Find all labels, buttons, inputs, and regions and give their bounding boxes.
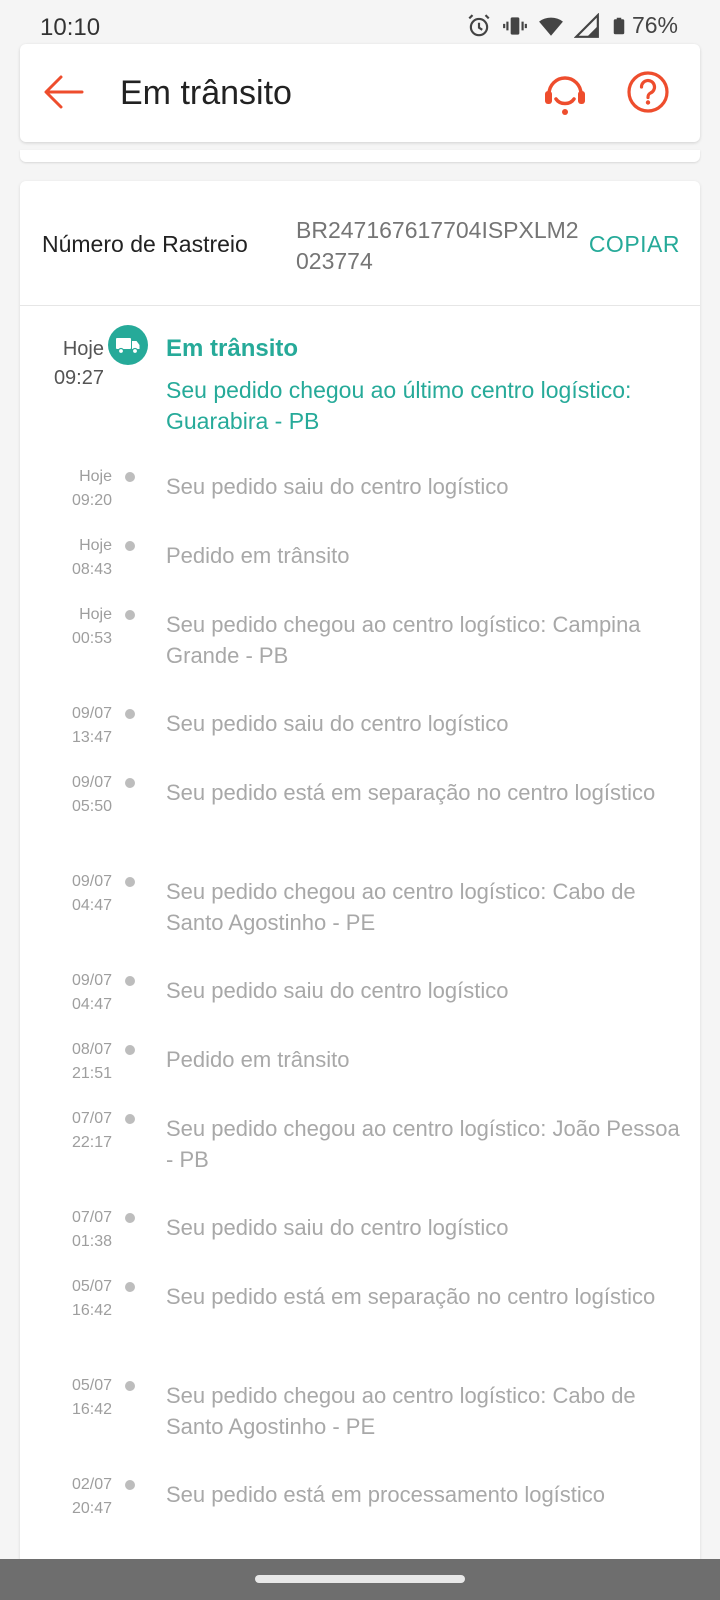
event-day: 05/07 — [71, 1278, 112, 1295]
wifi-icon — [539, 17, 563, 36]
battery-level: 76% — [631, 12, 678, 38]
timeline-dot — [125, 472, 135, 482]
event-text: Seu pedido está em separação no centro l… — [166, 1284, 656, 1309]
tracking-number-label: Número de Rastreio — [42, 231, 248, 257]
tracking-number-value: BR247167617704ISPXLM2023774 — [296, 217, 579, 274]
event-text: Seu pedido chegou ao centro logístico: C… — [166, 879, 636, 935]
event-time: 04:47 — [71, 897, 112, 914]
event-time: 13:47 — [71, 729, 112, 746]
signal-icon — [573, 12, 599, 38]
event-text: Seu pedido chegou ao centro logístico: C… — [166, 612, 641, 668]
timeline-dot — [125, 1114, 135, 1124]
home-gesture-handle[interactable] — [255, 1575, 465, 1583]
collapsed-card — [20, 150, 700, 162]
timeline-dot — [125, 1480, 135, 1490]
headset-icon[interactable] — [540, 68, 590, 118]
timeline-dot — [125, 1381, 135, 1391]
timeline-dot — [125, 976, 135, 986]
page-title: Em trânsito — [120, 74, 292, 112]
copy-button[interactable]: COPIAR — [589, 231, 680, 258]
event-text: Seu pedido chegou ao centro logístico: J… — [166, 1116, 680, 1172]
event-day: 09/07 — [71, 705, 112, 722]
tracking-number-row: Número de Rastreio BR247167617704ISPXLM2… — [20, 181, 700, 306]
event-day: Hoje — [79, 537, 112, 554]
event-day: Hoje — [79, 606, 112, 623]
app-header: Em trânsito — [20, 44, 700, 142]
event-time: 05:50 — [71, 798, 112, 815]
event-time: 04:47 — [71, 996, 112, 1013]
event-day: Hoje — [62, 338, 104, 360]
event-time: 16:42 — [71, 1302, 112, 1319]
event-time: 08:43 — [71, 561, 112, 578]
event-text: Pedido em trânsito — [166, 1047, 350, 1072]
event-time: 09:20 — [71, 492, 112, 509]
event-text: Seu pedido está em processamento logísti… — [166, 1482, 606, 1507]
event-day: 09/07 — [71, 972, 112, 989]
timeline-dot — [125, 541, 135, 551]
event-text: Seu pedido saiu do centro logístico — [166, 711, 509, 736]
status-bar: 10:10 76% — [0, 0, 720, 46]
timeline-dot — [125, 877, 135, 887]
timeline-dot — [125, 1045, 135, 1055]
timeline-dot — [125, 778, 135, 788]
event-time: 16:42 — [71, 1401, 112, 1418]
event-day: 05/07 — [71, 1377, 112, 1394]
event-time: 20:47 — [71, 1500, 112, 1517]
event-time: 00:53 — [71, 630, 112, 647]
timeline-dot — [125, 610, 135, 620]
event-day: 09/07 — [71, 774, 112, 791]
status-icons: 76% — [466, 12, 678, 39]
event-text: Pedido em trânsito — [166, 543, 350, 568]
navigation-bar — [0, 1559, 720, 1600]
event-date: Hoje 09:27 — [20, 335, 104, 393]
event-text: Seu pedido saiu do centro logístico — [166, 1215, 509, 1240]
tracking-card: Número de Rastreio BR247167617704ISPXLM2… — [20, 181, 700, 1561]
question-icon[interactable] — [626, 70, 670, 114]
event-day: 07/07 — [71, 1209, 112, 1226]
timeline-current-event: Hoje 09:27 Em trânsito Seu pedido chegou… — [20, 305, 700, 455]
event-day: 09/07 — [71, 873, 112, 890]
arrow-left-icon[interactable] — [42, 72, 86, 112]
truck-icon — [108, 325, 148, 365]
timeline-dot — [125, 1282, 135, 1292]
event-text: Seu pedido chegou ao centro logístico: C… — [166, 1383, 636, 1439]
event-day: Hoje — [79, 468, 112, 485]
event-day: 08/07 — [71, 1041, 112, 1058]
battery-icon — [613, 17, 625, 34]
vibrate-icon — [503, 16, 527, 35]
event-text: Seu pedido saiu do centro logístico — [166, 474, 509, 499]
event-day: 02/07 — [71, 1476, 112, 1493]
event-time: 09:27 — [53, 367, 104, 389]
event-time: 21:51 — [71, 1065, 112, 1082]
event-time: 01:38 — [71, 1233, 112, 1250]
status-time: 10:10 — [40, 14, 101, 41]
event-time: 22:17 — [71, 1134, 112, 1151]
timeline-dot — [125, 1213, 135, 1223]
event-title: Em trânsito — [166, 335, 299, 362]
event-description: Seu pedido chegou ao último centro logís… — [166, 377, 632, 434]
event-text: Seu pedido está em separação no centro l… — [166, 780, 656, 805]
event-day: 07/07 — [71, 1110, 112, 1127]
timeline-dot — [125, 709, 135, 719]
event-text: Seu pedido saiu do centro logístico — [166, 978, 509, 1003]
alarm-icon — [468, 13, 490, 36]
